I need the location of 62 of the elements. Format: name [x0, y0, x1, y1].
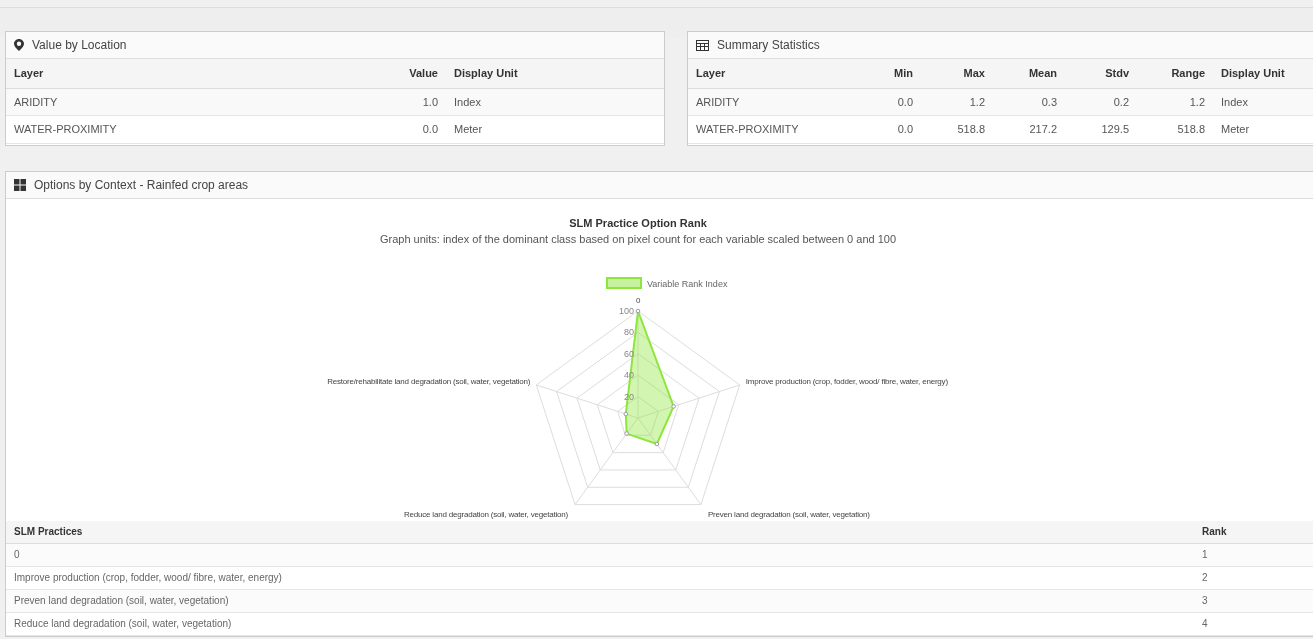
table-cell: Meter — [1213, 115, 1313, 143]
panel-title: Options by Context - Rainfed crop areas — [34, 177, 249, 194]
axis-label: Restore/rehabilitate land degradation (soil, water, vegetation) — [327, 376, 531, 386]
data-point — [623, 411, 629, 417]
column-header: Max — [921, 59, 993, 88]
column-header: Stdv — [1065, 59, 1137, 88]
column-header: Display Unit — [1213, 59, 1313, 88]
tick-label: 100 — [618, 306, 634, 316]
legend-label: Variable Rank Index — [647, 279, 728, 289]
table-cell: Meter — [446, 115, 664, 143]
axis-label: Reduce land degradation (soil, water, vegetation) — [403, 509, 569, 519]
data-point — [624, 431, 629, 436]
map-pin-icon — [14, 39, 24, 51]
column-header: Display Unit — [446, 59, 664, 88]
column-header: Layer — [688, 59, 853, 88]
table-cell: 129.5 — [1065, 115, 1137, 143]
table-cell: 4 — [1194, 612, 1313, 636]
table-cell: 518.8 — [1137, 115, 1213, 143]
table-cell: ARIDITY — [688, 88, 853, 116]
table-cell: 1.0 — [366, 88, 446, 116]
table-cell: 1.2 — [921, 88, 993, 116]
table-cell: 0.0 — [853, 115, 921, 143]
table-cell: 2 — [1194, 566, 1313, 590]
table-icon — [696, 39, 709, 51]
table-cell: 0.0 — [366, 115, 446, 143]
axis-label: Improve production (crop, fodder, wood/ fibre, water, energy) — [745, 376, 948, 386]
table-cell: Reduce land degradation (soil, water, vegetation) — [6, 612, 1194, 636]
table-cell: 0.3 — [993, 88, 1065, 116]
chart-title: SLM Practice Option Rank — [569, 217, 707, 229]
table-cell: 0 — [6, 543, 1194, 567]
table-cell: 3 — [1194, 589, 1313, 613]
legend-swatch — [606, 277, 642, 289]
panel-title: Value by Location — [32, 37, 127, 54]
table-cell: 518.8 — [921, 115, 993, 143]
data-point — [654, 441, 660, 447]
data-point — [671, 404, 676, 409]
table-cell: 217.2 — [993, 115, 1065, 143]
axis-label: Preven land degradation (soil, water, vegetation) — [707, 509, 870, 519]
table-cell: Index — [446, 88, 664, 116]
table-cell: Index — [1213, 88, 1313, 116]
table-cell: WATER-PROXIMITY — [6, 115, 366, 143]
table-cell: 1 — [1194, 543, 1313, 567]
column-header: Value — [366, 59, 446, 88]
column-header: Mean — [993, 59, 1065, 88]
tick-label: 80 — [624, 327, 634, 338]
table-cell: Improve production (crop, fodder, wood/ fibre, water, energy) — [6, 566, 1194, 590]
axis-label: 0 — [635, 296, 641, 305]
column-header: Layer — [6, 59, 366, 88]
column-header: SLM Practices — [6, 521, 1194, 544]
table-cell: Preven land degradation (soil, water, vegetation) — [6, 589, 1194, 613]
data-point — [635, 308, 641, 314]
panel-title: Summary Statistics — [717, 37, 820, 54]
table-cell: 0.0 — [853, 88, 921, 116]
chart-subtitle: Graph units: index of the dominant class based on pixel count for each variable scaled between 0 and 100 — [379, 233, 897, 245]
column-header: Range — [1137, 59, 1213, 88]
table-cell: WATER-PROXIMITY — [688, 115, 853, 143]
column-header: Rank — [1194, 521, 1313, 544]
table-cell: ARIDITY — [6, 88, 366, 116]
table-cell: 1.2 — [1137, 88, 1213, 116]
table-cell: 0.2 — [1065, 88, 1137, 116]
grid-icon — [14, 179, 26, 191]
column-header: Min — [853, 59, 921, 88]
